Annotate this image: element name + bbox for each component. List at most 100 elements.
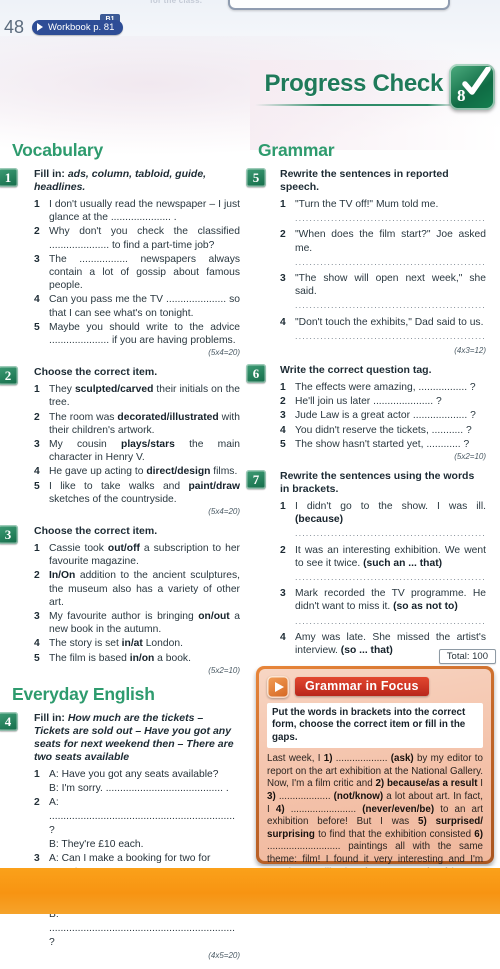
item-text: Can you pass me the TV .................… (49, 294, 240, 319)
exercise-marks: (5x2=10) (208, 665, 240, 675)
exercise-items: 1 Cassie took out/off a subscription to h… (34, 542, 240, 665)
item-text: It was an interesting exhibition. We wen… (295, 544, 486, 569)
list-item: 5 Maybe you should write to the advice ..… (34, 321, 240, 347)
exercise-number-badge: 2 (0, 366, 18, 386)
cut-off-box-frame (228, 0, 450, 10)
dialogue-line-b: B: .....................................… (49, 908, 235, 948)
item-text: My favourite author is bringing on/out a… (49, 611, 240, 636)
list-item: 1 "Turn the TV off!" Mum told me. .......… (280, 198, 486, 225)
item-text: My cousin plays/stars the main character… (49, 439, 241, 464)
dialogue-line-a: A: Have you got any seats available? (49, 768, 219, 780)
list-item: 4 The story is set in/at London. (34, 638, 183, 650)
item-text: The ................. newspapers always … (49, 253, 240, 292)
item-text: He'll join us later ....................… (295, 396, 442, 408)
exercise-marks: (5x2=10) (454, 452, 486, 462)
item-text: Cassie took out/off a subscription to he… (49, 543, 240, 568)
vocabulary-section-title: Vocabulary (12, 140, 104, 160)
item-text: Jude Law is a great actor ..............… (295, 410, 476, 422)
list-item: 4 You didn't reserve the tickets, .......… (280, 424, 472, 436)
grammar-section-title: Grammar (258, 140, 335, 160)
item-text: "The show will open next week," she said… (295, 273, 486, 298)
exercise-rubric: Fill in: ads, column, tabloid, guide, he… (34, 168, 240, 194)
item-text: "Don't touch the exhibits," Dad said to … (295, 316, 484, 328)
list-item: 2 He'll join us later ...................… (280, 396, 442, 408)
total-score-box: Total: 100 (438, 649, 496, 664)
exercise-rubric: Fill in: How much are the tickets – Tick… (34, 712, 240, 764)
exercise-marks: (4x3=12) (454, 346, 486, 356)
answer-line[interactable]: ........................................… (295, 571, 486, 584)
play-button-icon[interactable] (267, 676, 289, 698)
answer-line[interactable]: ........................................… (295, 527, 486, 540)
left-column: Vocabulary 1 Fill in: ads, column, tablo… (0, 140, 241, 969)
list-item: 2 "When does the film start?" Joe asked m… (280, 228, 486, 269)
exercise-items: 1I don't usually read the newspaper – I … (34, 198, 240, 347)
check-mark-icon (462, 67, 491, 95)
exercise-number-badge: 6 (246, 364, 266, 384)
progress-check-header: Progress Check 8 (255, 64, 495, 116)
exercise-number-badge: 7 (246, 470, 266, 490)
workbook-reference-pill[interactable]: Workbook p. 81 (32, 20, 124, 35)
rubric-lead: Fill in: (34, 711, 65, 724)
exercise-3: 3 Choose the correct item. 1 Cassie took … (0, 525, 240, 675)
list-item: 3 My cousin plays/stars the main characte… (34, 439, 241, 464)
unit-badge: 8 (449, 64, 495, 110)
grammar-in-focus-inner: Grammar in Focus Put the words in bracke… (259, 669, 491, 878)
exercise-items: 1I didn't go to the show. I was ill. (be… (280, 500, 486, 671)
exercise-4: 4 Fill in: How much are the tickets – Ti… (0, 711, 240, 960)
list-item: 5 The film is based in/on a book. (34, 652, 191, 664)
dialogue-2: 2 A: ...................................… (34, 796, 235, 850)
right-column: Grammar 5 Rewrite the sentences in repor… (246, 140, 486, 692)
exercise-5: 5 Rewrite the sentences in reported spee… (246, 168, 486, 356)
exercise-items: 1 The effects were amazing, .............… (280, 381, 486, 451)
item-text: The show hasn't started yet, ...........… (295, 438, 470, 450)
answer-line[interactable]: ........................................… (295, 256, 486, 269)
exercise-rubric: Choose the correct item. (34, 525, 158, 538)
exercise-items: 1 "Turn the TV off!" Mum told me. .......… (280, 198, 486, 343)
answer-line[interactable]: ........................................… (295, 330, 486, 343)
exercise-rubric: Rewrite the sentences in reported speech… (280, 168, 449, 193)
exercise-marks: (4x5=20) (208, 950, 240, 960)
list-item: 5I like to take walks and paint/draw ske… (34, 480, 240, 505)
item-text: The story is set in/at London. (49, 638, 183, 650)
dialogue-line-b: B: I'm sorry. ..........................… (49, 782, 229, 794)
answer-line[interactable]: ........................................… (295, 615, 486, 628)
page-number: 48 (4, 17, 25, 37)
top-strip: for the class. B1 48 Workbook p. 81 (0, 0, 500, 37)
item-text: In/On addition to the ancient sculptures… (49, 570, 240, 608)
item-text: He gave up acting to direct/design films… (49, 466, 238, 478)
item-text: "Turn the TV off!" Mum told me. (295, 199, 439, 210)
exercise-6: 6 Write the correct question tag. 1 The e… (246, 364, 486, 462)
answer-line[interactable]: ........................................… (295, 299, 486, 312)
exercise-number-badge: 5 (246, 168, 266, 187)
list-item: 3 Mark recorded the TV programme. He didn… (280, 587, 486, 628)
exercise-rubric: Write the correct question tag. (280, 364, 432, 377)
list-item: 1 Cassie took out/off a subscription to h… (34, 543, 240, 568)
list-item: 2 It was an interesting exhibition. We we… (280, 544, 486, 585)
list-item: 1I didn't go to the show. I was ill. (be… (280, 500, 486, 541)
rubric-lead: Fill in: (34, 168, 65, 180)
exercise-number-badge: 4 (0, 711, 18, 731)
list-item: 3 "The show will open next week," she sai… (280, 272, 486, 313)
exercise-marks: (5x4=20) (208, 348, 240, 358)
item-text: "When does the film start?" Joe asked me… (295, 229, 486, 254)
list-item: 5 The show hasn't started yet, ..........… (280, 438, 470, 450)
dialogue-line-b: B: They're £10 each. (49, 838, 144, 850)
item-text: Mark recorded the TV programme. He didn'… (295, 588, 486, 613)
list-item: 3 My favourite author is bringing on/out … (34, 611, 240, 636)
everyday-english-section-title: Everyday English (12, 683, 155, 704)
dialogue-line-a: A: .....................................… (49, 796, 235, 836)
exercise-number-badge: 1 (0, 168, 18, 187)
answer-line[interactable]: ........................................… (295, 212, 486, 225)
exercise-1: 1 Fill in: ads, column, tabloid, guide, … (0, 168, 240, 358)
grammar-in-focus-header: Grammar in Focus (267, 676, 483, 698)
exercise-number-badge: 3 (0, 525, 18, 545)
item-text: Why don't you check the classified .....… (49, 226, 240, 251)
exercise-rubric: Rewrite the sentences using the words in… (280, 470, 475, 496)
page-title: Progress Check (264, 70, 443, 97)
item-text: The room was decorated/illustrated with … (49, 411, 240, 436)
exercise-2: 2 Choose the correct item. 1 They sculpte… (0, 366, 241, 516)
dialogue-1: 1 A: Have you got any seats available? B… (34, 768, 229, 794)
grammar-in-focus-rubric: Put the words in brackets into the corre… (267, 703, 483, 749)
list-item: 1 They sculpted/carved their initials on … (34, 384, 240, 409)
title-underline-rule (255, 104, 451, 106)
